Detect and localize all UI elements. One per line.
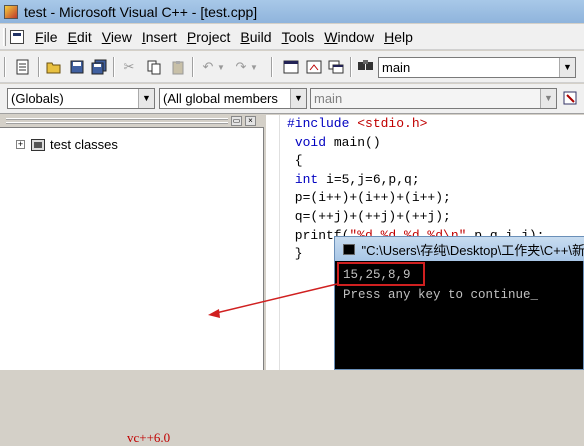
chevron-down-icon[interactable]: ▼ bbox=[138, 89, 154, 108]
class-combo[interactable]: (Globals) ▼ bbox=[7, 88, 155, 109]
close-icon[interactable]: × bbox=[245, 116, 256, 126]
menu-build[interactable]: Build bbox=[235, 26, 276, 48]
filter-combo[interactable]: (All global members ▼ bbox=[159, 88, 307, 109]
toolbar-separator bbox=[113, 57, 115, 77]
pin-icon[interactable]: ▭ bbox=[231, 116, 242, 126]
expand-icon[interactable]: + bbox=[16, 140, 25, 149]
code-token: { bbox=[287, 153, 303, 168]
title-bar: test - Microsoft Visual C++ - [test.cpp] bbox=[0, 0, 584, 23]
menu-grip[interactable] bbox=[3, 28, 6, 46]
menu-project[interactable]: Project bbox=[182, 26, 236, 48]
editor-gutter bbox=[266, 115, 280, 370]
filter-combo-value: (All global members bbox=[163, 91, 278, 106]
paste-icon[interactable] bbox=[169, 58, 187, 76]
save-icon[interactable] bbox=[68, 58, 86, 76]
undo-dropdown-icon[interactable]: ▼ bbox=[216, 58, 226, 76]
standard-toolbar: ✂ ↶ ▼ ↷ ▼ main ▼ bbox=[0, 51, 584, 83]
redo-icon[interactable]: ↷ bbox=[232, 58, 250, 76]
app-icon bbox=[4, 5, 18, 19]
code-token: } bbox=[287, 246, 303, 261]
toolbar-separator bbox=[38, 57, 40, 77]
workspace-toggle-icon[interactable] bbox=[282, 58, 300, 76]
window-title: test - Microsoft Visual C++ - [test.cpp] bbox=[24, 4, 257, 20]
find-combo[interactable]: main ▼ bbox=[378, 57, 576, 78]
classes-icon bbox=[31, 139, 45, 151]
code-line[interactable]: #include <stdio.h> bbox=[287, 115, 544, 134]
code-line[interactable]: p=(i++)+(i++)+(i++); bbox=[287, 189, 544, 208]
menu-file[interactable]: File bbox=[30, 26, 63, 48]
undo-icon[interactable]: ↶ bbox=[199, 58, 217, 76]
member-combo[interactable]: main ▼ bbox=[310, 88, 557, 109]
open-folder-icon[interactable] bbox=[45, 58, 63, 76]
redo-dropdown-icon[interactable]: ▼ bbox=[249, 58, 259, 76]
toolbar-separator bbox=[192, 57, 194, 77]
toolbar-separator bbox=[271, 57, 273, 77]
cut-icon[interactable]: ✂ bbox=[120, 58, 138, 76]
console-title: "C:\Users\存纯\Desktop\工作夹\C++\新 bbox=[362, 240, 584, 259]
menu-tools[interactable]: Tools bbox=[277, 26, 320, 48]
code-line[interactable]: int i=5,j=6,p,q; bbox=[287, 171, 544, 190]
tree-root-label[interactable]: test classes bbox=[50, 137, 118, 152]
chevron-down-icon[interactable]: ▼ bbox=[540, 89, 556, 108]
workspace-pane: ▭ × + test classes vc++6.0 bbox=[0, 115, 264, 370]
cursor: _ bbox=[531, 288, 539, 302]
member-combo-value: main bbox=[314, 91, 342, 106]
menu-bar: File Edit View Insert Project Build Tool… bbox=[0, 24, 584, 50]
menu-view[interactable]: View bbox=[97, 26, 137, 48]
code-token: #include bbox=[287, 116, 357, 131]
code-token bbox=[287, 172, 295, 187]
console-window: "C:\Users\存纯\Desktop\工作夹\C++\新 15,25,8,9… bbox=[334, 236, 584, 370]
find-in-files-icon[interactable] bbox=[357, 58, 375, 76]
copy-icon[interactable] bbox=[145, 58, 163, 76]
wizard-bar: (Globals) ▼ (All global members ▼ main ▼ bbox=[0, 84, 584, 114]
output-window-icon[interactable] bbox=[305, 58, 323, 76]
new-text-file-icon[interactable] bbox=[14, 58, 32, 76]
console-icon bbox=[343, 244, 355, 255]
code-token: i=5,j=6,p,q; bbox=[318, 172, 419, 187]
workspace-header: ▭ × bbox=[0, 115, 264, 128]
highlight-box bbox=[337, 262, 425, 286]
console-output-line: Press any key to continue bbox=[343, 288, 531, 302]
find-combo-value: main bbox=[382, 60, 410, 75]
annotation-label: vc++6.0 bbox=[127, 430, 170, 446]
console-title-bar: "C:\Users\存纯\Desktop\工作夹\C++\新 bbox=[335, 237, 584, 261]
window-list-icon[interactable] bbox=[327, 58, 345, 76]
code-token: p=(i++)+(i++)+(i++); bbox=[287, 190, 451, 205]
code-line[interactable]: q=(++j)+(++j)+(++j); bbox=[287, 208, 544, 227]
wizard-action-icon[interactable] bbox=[562, 89, 580, 107]
code-token: main() bbox=[326, 135, 381, 150]
class-combo-value: (Globals) bbox=[11, 91, 64, 106]
menu-edit[interactable]: Edit bbox=[63, 26, 97, 48]
chevron-down-icon[interactable]: ▼ bbox=[559, 58, 575, 77]
code-token bbox=[287, 135, 295, 150]
class-tree: + test classes bbox=[16, 137, 118, 152]
toolbar-grip bbox=[4, 57, 6, 77]
menu-help[interactable]: Help bbox=[379, 26, 418, 48]
code-line[interactable]: { bbox=[287, 152, 544, 171]
document-icon[interactable] bbox=[10, 30, 24, 44]
menu-insert[interactable]: Insert bbox=[137, 26, 182, 48]
code-token: <stdio.h> bbox=[357, 116, 427, 131]
toolbar-separator bbox=[350, 57, 352, 77]
save-all-icon[interactable] bbox=[90, 58, 108, 76]
code-token: void bbox=[295, 135, 326, 150]
menu-window[interactable]: Window bbox=[319, 26, 379, 48]
code-token: int bbox=[295, 172, 318, 187]
code-token: q=(++j)+(++j)+(++j); bbox=[287, 209, 451, 224]
chevron-down-icon[interactable]: ▼ bbox=[290, 89, 306, 108]
code-line[interactable]: void main() bbox=[287, 134, 544, 153]
